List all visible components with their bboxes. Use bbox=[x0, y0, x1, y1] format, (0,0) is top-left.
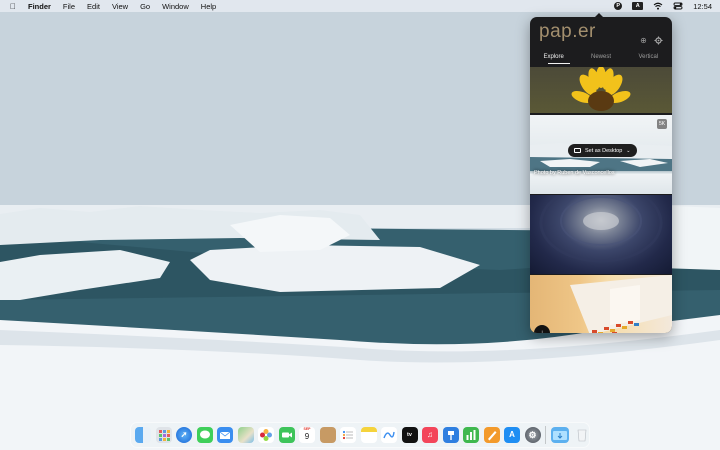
folder-icon bbox=[553, 431, 567, 440]
photo-credit[interactable]: Photo by Ruben de Vasconcellos bbox=[534, 170, 615, 176]
video-camera-icon bbox=[281, 432, 292, 438]
menu-bar:  Finder File Edit View Go Window Help P… bbox=[0, 0, 720, 12]
dock-system-settings[interactable]: ⚙ bbox=[524, 427, 541, 443]
dock: ➚ SEP 9 tv ♫ A ⚙ bbox=[130, 422, 590, 448]
message-bubble-icon bbox=[199, 430, 210, 439]
dock-keynote[interactable] bbox=[442, 427, 459, 443]
resolution-badge[interactable]: 5K bbox=[657, 119, 667, 129]
compass-icon: ➚ bbox=[180, 430, 188, 439]
menu-help[interactable]: Help bbox=[201, 2, 216, 11]
paper-logo: pap.er bbox=[539, 21, 596, 42]
photos-flower-icon bbox=[260, 429, 272, 441]
sunflower-image bbox=[571, 67, 631, 111]
launchpad-icon bbox=[158, 430, 170, 441]
dock-calendar[interactable]: SEP 9 bbox=[299, 427, 315, 443]
dock-notes[interactable] bbox=[360, 427, 377, 443]
tunnel-image bbox=[539, 195, 663, 263]
chevron-down-icon: ⌄ bbox=[626, 147, 631, 154]
dock-contacts[interactable] bbox=[319, 427, 336, 443]
dock-reminders[interactable] bbox=[340, 427, 356, 443]
tv-label: tv bbox=[407, 432, 412, 438]
status-area: P A 12:54 bbox=[614, 0, 720, 12]
paper-popover: pap.er ⊕ Explore Newest Vertical 5K Set … bbox=[530, 17, 672, 333]
dock-pages[interactable] bbox=[483, 427, 500, 443]
dock-tv[interactable]: tv bbox=[401, 427, 418, 443]
gear-icon[interactable] bbox=[654, 36, 663, 45]
tab-vertical[interactable]: Vertical bbox=[625, 53, 672, 67]
tab-explore[interactable]: Explore bbox=[530, 53, 577, 67]
wallpaper-tile-sunflower[interactable] bbox=[530, 67, 672, 113]
freeform-icon bbox=[383, 431, 395, 439]
paper-status-icon[interactable]: P bbox=[614, 2, 623, 10]
calendar-day: 9 bbox=[304, 432, 310, 441]
dock-downloads[interactable] bbox=[551, 427, 569, 443]
wifi-icon[interactable] bbox=[653, 2, 663, 10]
dock-mail[interactable] bbox=[217, 427, 233, 443]
arrow-down-icon: ↓ bbox=[540, 328, 544, 333]
add-icon[interactable]: ⊕ bbox=[639, 36, 648, 45]
music-note-icon: ♫ bbox=[427, 430, 433, 439]
dock-photos[interactable] bbox=[258, 427, 274, 443]
menu-view[interactable]: View bbox=[112, 2, 128, 11]
menu-window[interactable]: Window bbox=[162, 2, 189, 11]
wallpaper-tile-architecture[interactable]: ↓ bbox=[530, 275, 672, 333]
dock-launchpad[interactable] bbox=[155, 427, 172, 443]
control-center-icon[interactable] bbox=[673, 2, 683, 10]
bar-chart-icon bbox=[466, 430, 476, 440]
dock-numbers[interactable] bbox=[463, 427, 479, 443]
dock-app-store[interactable]: A bbox=[504, 427, 520, 443]
app-store-icon: A bbox=[509, 430, 515, 439]
dock-maps[interactable] bbox=[237, 427, 254, 443]
pen-icon bbox=[487, 431, 496, 441]
set-as-desktop-label: Set as Desktop bbox=[585, 147, 623, 154]
architecture-image bbox=[570, 275, 672, 333]
tab-newest[interactable]: Newest bbox=[577, 53, 624, 67]
wallpaper-tile-iceberg[interactable]: 5K Set as Desktop ⌄ Photo by Ruben de Va… bbox=[530, 115, 672, 194]
dock-freeform[interactable] bbox=[381, 427, 397, 443]
dock-music[interactable]: ♫ bbox=[422, 427, 438, 443]
menu-go[interactable]: Go bbox=[140, 2, 150, 11]
menu-file[interactable]: File bbox=[63, 2, 75, 11]
dock-separator bbox=[545, 426, 546, 444]
menubar-clock[interactable]: 12:54 bbox=[693, 2, 712, 11]
dock-trash[interactable] bbox=[574, 427, 590, 443]
input-source-icon[interactable]: A bbox=[632, 2, 644, 10]
active-tab-indicator bbox=[548, 63, 570, 64]
podium-icon bbox=[447, 431, 454, 440]
trash-icon bbox=[577, 429, 586, 442]
apple-logo-icon[interactable]:  bbox=[8, 2, 18, 11]
menu-app-finder[interactable]: Finder bbox=[28, 2, 51, 11]
dock-finder[interactable] bbox=[135, 427, 151, 443]
set-as-desktop-button[interactable]: Set as Desktop ⌄ bbox=[568, 144, 637, 157]
dock-safari[interactable]: ➚ bbox=[176, 427, 192, 443]
envelope-icon bbox=[219, 431, 231, 439]
dock-messages[interactable] bbox=[196, 427, 213, 443]
menu-edit[interactable]: Edit bbox=[87, 2, 100, 11]
wallpaper-tile-tunnel[interactable] bbox=[530, 195, 672, 274]
tab-bar: Explore Newest Vertical bbox=[530, 53, 672, 67]
dock-facetime[interactable] bbox=[278, 427, 295, 443]
checklist-icon bbox=[342, 430, 353, 440]
settings-gear-icon: ⚙ bbox=[528, 430, 537, 440]
monitor-icon bbox=[574, 148, 581, 153]
